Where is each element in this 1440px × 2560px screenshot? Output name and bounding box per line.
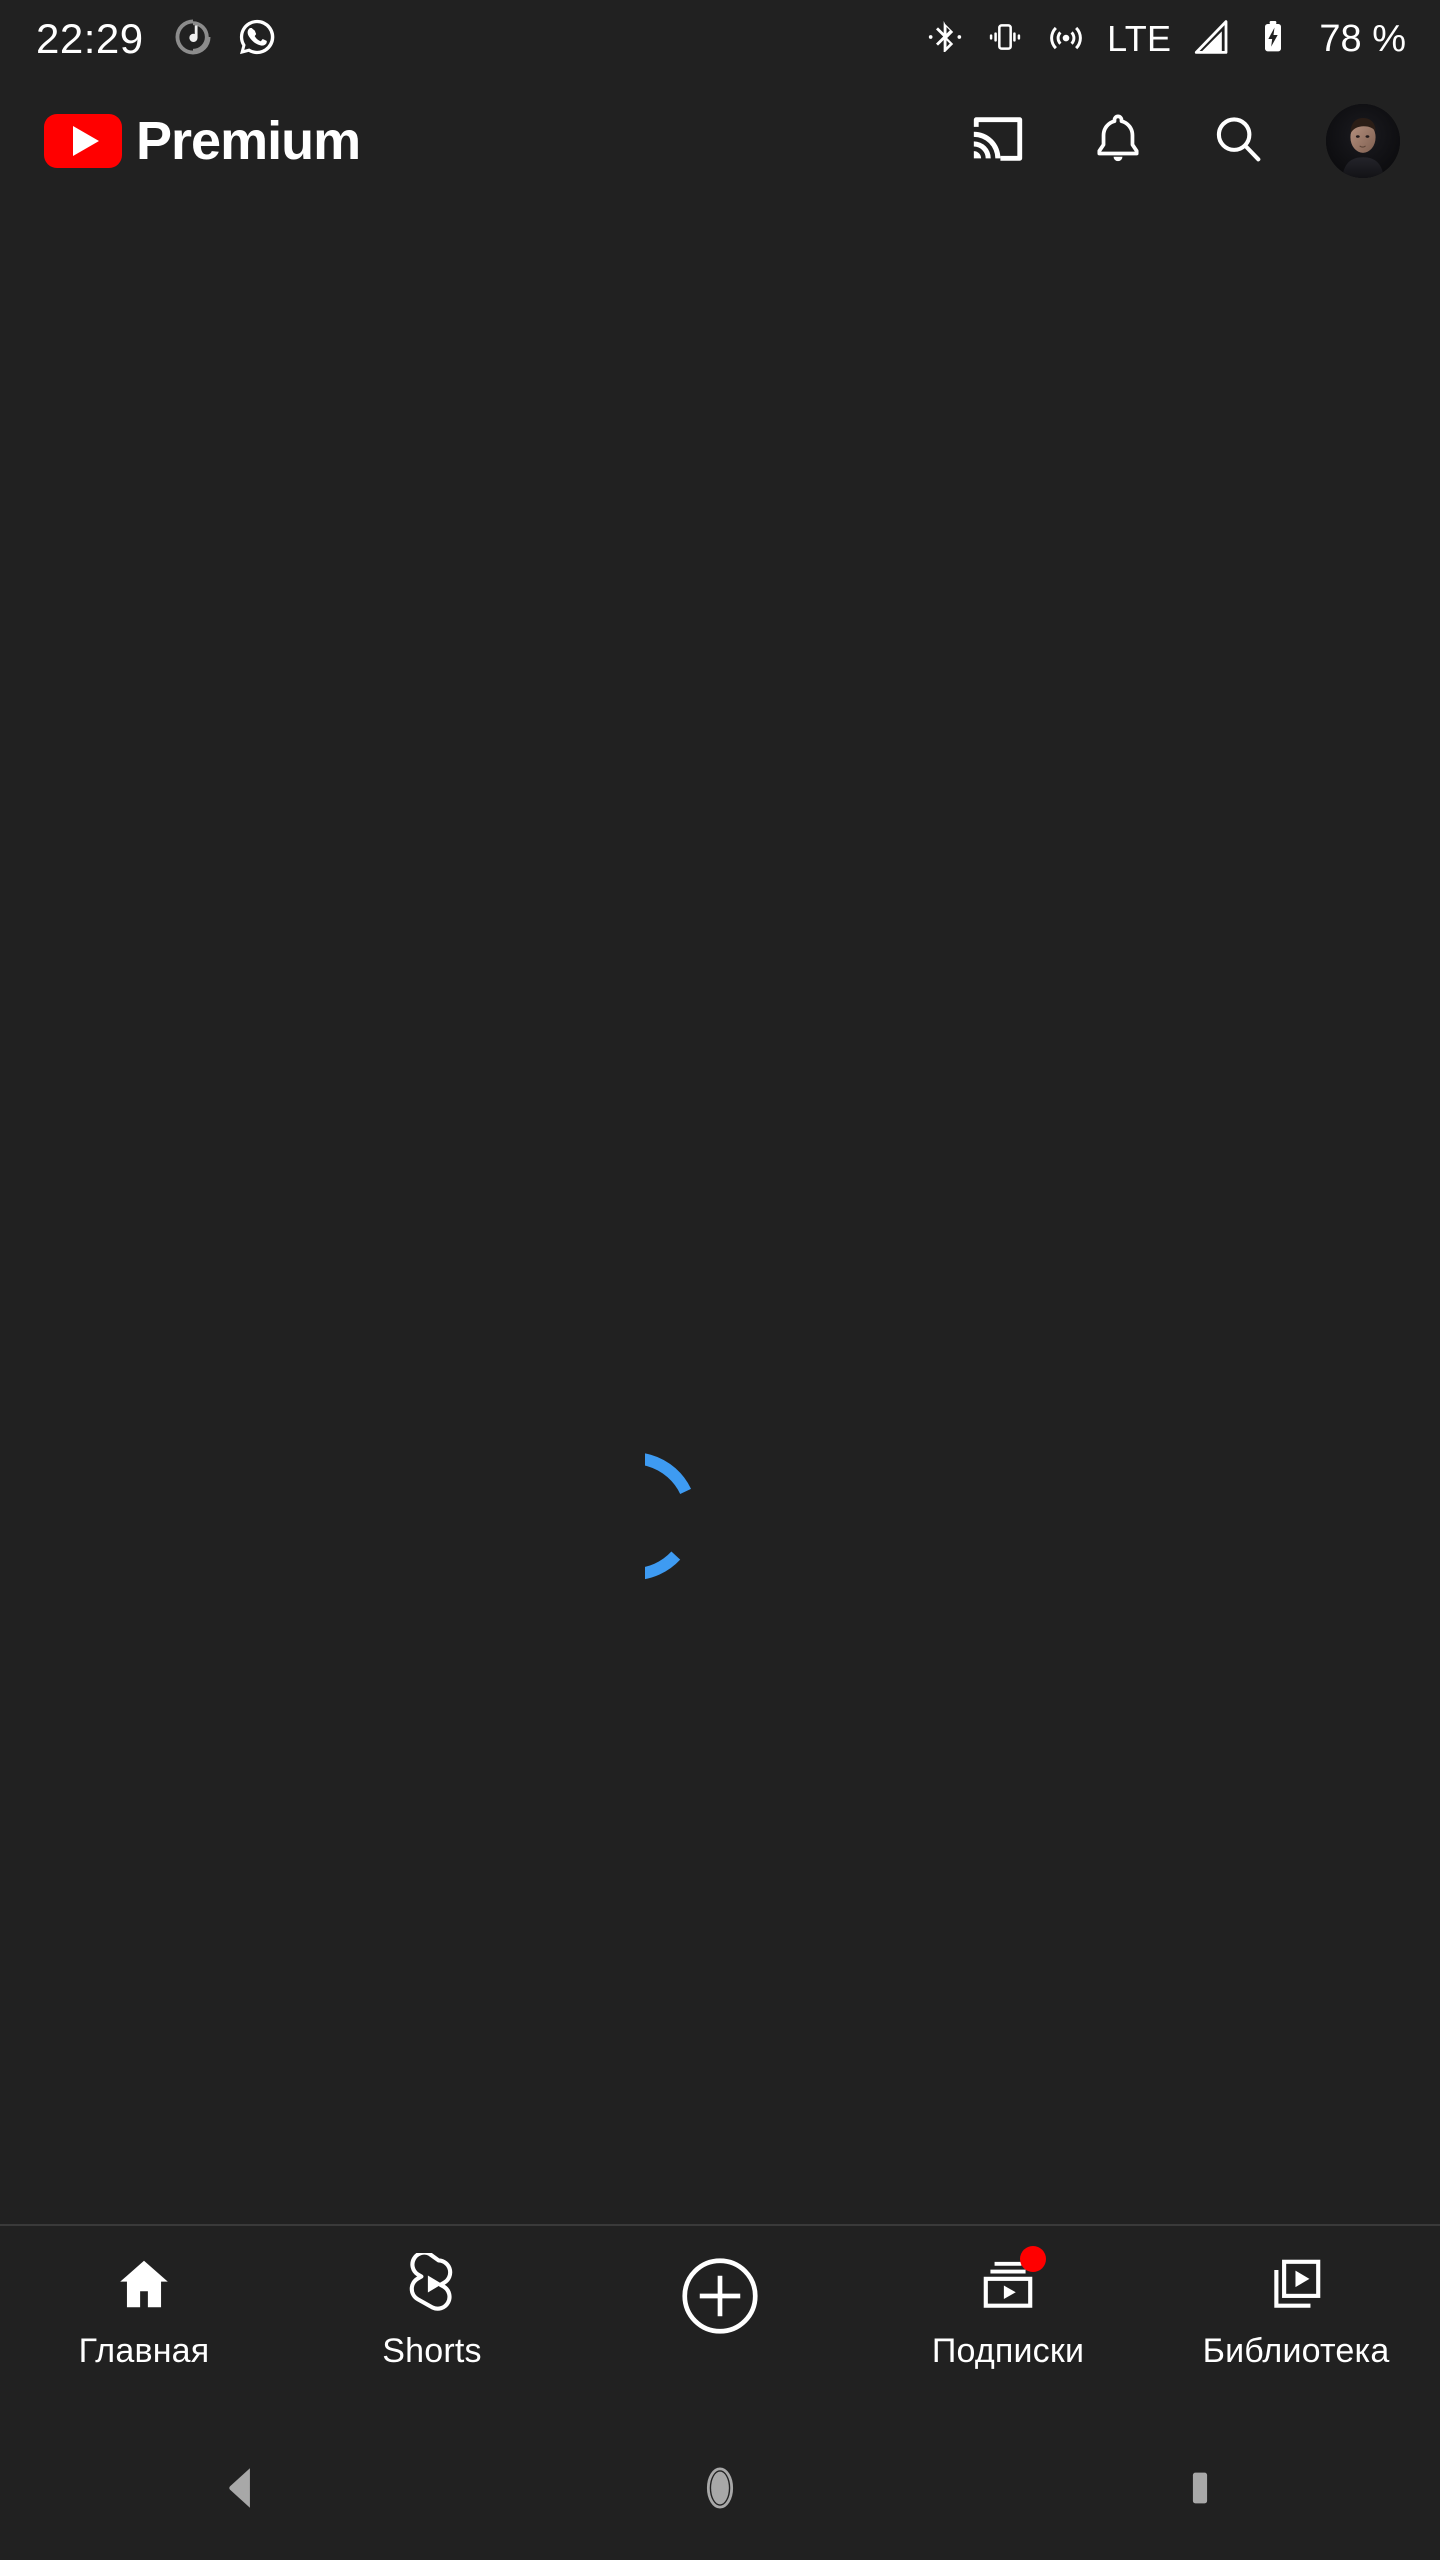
- shorts-icon: [396, 2248, 468, 2320]
- notifications-button[interactable]: [1086, 109, 1150, 173]
- brand-wordmark: Premium: [136, 111, 361, 171]
- content-area: [0, 204, 1440, 2224]
- nav-item-shorts[interactable]: Shorts: [288, 2248, 576, 2368]
- hotspot-icon: [1045, 16, 1087, 63]
- subscriptions-badge: [1020, 2246, 1046, 2272]
- android-home-button[interactable]: [480, 2460, 960, 2521]
- create-icon: [672, 2248, 768, 2344]
- status-system-icons: LTE 78 %: [925, 16, 1406, 63]
- battery-charging-icon: [1253, 17, 1293, 62]
- status-clock: 22:29: [36, 15, 144, 62]
- nav-item-subscriptions[interactable]: Подписки: [864, 2246, 1152, 2370]
- search-icon: [1209, 110, 1267, 173]
- bottom-navigation-bar: Главная Shorts Подписки Библиотека: [0, 2224, 1440, 2420]
- app-header: Premium: [0, 78, 1440, 204]
- loading-spinner: [645, 1449, 795, 1599]
- bell-icon: [1090, 111, 1146, 172]
- youtube-play-icon: [44, 114, 122, 168]
- android-back-button[interactable]: [0, 2461, 480, 2520]
- nav-item-library[interactable]: Библиотека: [1152, 2248, 1440, 2368]
- nav-item-create[interactable]: [576, 2248, 864, 2358]
- library-icon: [1260, 2248, 1332, 2320]
- search-button[interactable]: [1206, 109, 1270, 173]
- app-screen: 22:29 LTE 78 % Premium Главная Shorts По…: [0, 0, 1440, 2560]
- status-bar: 22:29 LTE 78 %: [0, 0, 1440, 78]
- status-notification-icons: [172, 16, 278, 63]
- network-type-label: LTE: [1107, 18, 1172, 59]
- youtube-premium-logo[interactable]: Premium: [44, 111, 361, 171]
- battery-percent-label: 78 %: [1319, 18, 1406, 60]
- subscriptions-icon: [972, 2246, 1046, 2320]
- cast-icon: [969, 110, 1027, 173]
- nav-label-shorts: Shorts: [382, 2332, 482, 2370]
- nav-label-home: Главная: [78, 2332, 210, 2370]
- android-system-nav: [0, 2420, 1440, 2560]
- recents-square-icon: [1175, 2463, 1225, 2518]
- bluetooth-icon: [925, 17, 965, 62]
- whatsapp-notification-icon: [236, 16, 278, 63]
- home-circle-icon: [692, 2460, 748, 2521]
- header-actions: [966, 104, 1400, 178]
- android-recents-button[interactable]: [960, 2463, 1440, 2518]
- nav-label-library: Библиотека: [1202, 2332, 1390, 2370]
- vibrate-icon: [985, 17, 1025, 62]
- cast-button[interactable]: [966, 109, 1030, 173]
- music-notification-icon: [172, 16, 214, 63]
- home-icon: [108, 2248, 180, 2320]
- account-avatar[interactable]: [1326, 104, 1400, 178]
- signal-icon: [1191, 16, 1233, 63]
- nav-item-home[interactable]: Главная: [0, 2248, 288, 2368]
- nav-label-subscriptions: Подписки: [931, 2332, 1085, 2370]
- back-triangle-icon: [213, 2461, 267, 2520]
